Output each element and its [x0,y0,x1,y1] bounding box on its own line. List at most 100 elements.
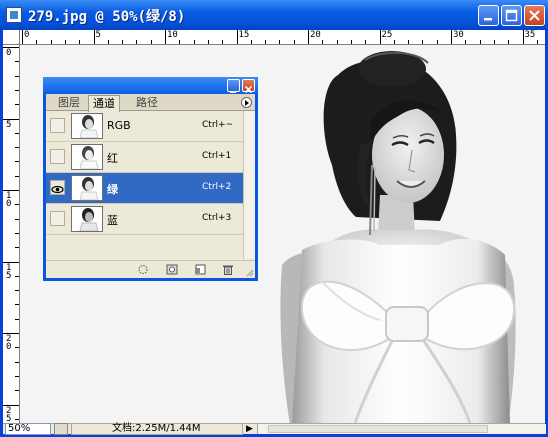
ruler-number: 2 0 [6,334,12,352]
horizontal-ruler[interactable]: 0 5 10 15 20 25 30 35 [20,30,545,45]
ruler-tick [536,40,538,44]
ruler-tick [15,304,19,306]
ruler-number: 5 [95,30,101,40]
ruler-tick [15,204,19,206]
ruler-tick [15,161,19,163]
channel-shortcut: Ctrl+3 [202,213,232,223]
channel-row-rgb[interactable]: RGB Ctrl+~ [46,111,243,142]
panel-scrollbar[interactable] [243,111,255,259]
load-selection-icon[interactable] [137,264,149,275]
channel-name: 蓝 [107,214,118,227]
ruler-tick [365,40,367,44]
tab-layers[interactable]: 图层 [54,95,84,111]
channel-row-blue[interactable]: 蓝 Ctrl+3 [46,204,243,235]
ruler-tick [15,375,19,377]
status-options-icon[interactable] [54,423,68,435]
ruler-number: 0 [24,30,30,40]
channel-thumbnail [71,113,103,139]
channel-shortcut: Ctrl+~ [202,120,234,130]
ruler-tick [22,30,23,44]
ruler-tick [222,40,224,44]
ruler-tick [322,40,324,44]
close-button[interactable] [524,5,545,26]
ruler-tick [15,347,19,349]
ruler-number: 30 [453,30,464,40]
ruler-tick [15,361,19,363]
panel-close-button[interactable] [242,79,255,94]
ruler-tick [107,40,109,44]
minimize-button[interactable] [478,5,499,26]
panel-menu-arrow-icon[interactable] [241,97,252,108]
ruler-number: 25 [381,30,393,40]
ruler-tick [15,218,19,220]
ruler-tick [479,40,481,44]
ruler-number: 5 [6,119,12,130]
ruler-tick [308,30,309,44]
visibility-toggle[interactable] [50,180,65,195]
ruler-number: 10 [167,30,178,40]
ruler-tick [15,290,19,292]
save-selection-icon[interactable] [166,264,178,275]
ruler-tick [393,40,395,44]
ruler-tick [279,40,281,44]
visibility-toggle[interactable] [50,149,65,164]
document-window: 279.jpg @ 50%(绿/8) 0 5 10 15 20 25 30 35 051 01… [0,0,548,437]
eye-icon [51,185,64,194]
channel-thumbnail [71,144,103,170]
ruler-tick [179,40,181,44]
tab-channels[interactable]: 通道 [88,95,120,112]
horizontal-scrollbar[interactable] [257,424,546,434]
panel-title-bar[interactable] [43,77,258,94]
ruler-tick [64,40,66,44]
panel-minimize-button[interactable] [227,79,240,93]
ruler-tick [379,30,381,44]
panel-body: 图层 通道 路径 RGB Ctrl+~ 红 Ctrl+1 绿 Ctrl+2 蓝 … [46,94,255,278]
panel-tabs: 图层 通道 路径 [46,94,255,112]
ruler-number: 1 0 [6,191,12,209]
ruler-tick [15,275,19,277]
trash-icon[interactable] [222,264,234,275]
status-bar: 50% 文档:2.25M/1.44M ▶ [3,423,546,435]
visibility-toggle[interactable] [50,118,65,133]
visibility-toggle[interactable] [50,211,65,226]
ruler-tick [451,30,452,44]
zoom-field[interactable]: 50% [5,423,51,435]
channel-row-green[interactable]: 绿 Ctrl+2 [46,173,243,204]
ruler-tick [15,104,19,106]
ruler-tick [36,40,38,44]
ruler-tick [465,40,467,44]
ruler-tick [236,30,238,44]
document-size-info: 文档:2.25M/1.44M [71,423,243,435]
status-menu-arrow-icon[interactable]: ▶ [246,424,253,434]
window-title: 279.jpg @ 50%(绿/8) [28,9,186,25]
ruler-tick [15,390,19,392]
channels-panel: 图层 通道 路径 RGB Ctrl+~ 红 Ctrl+1 绿 Ctrl+2 蓝 … [43,77,258,281]
ruler-tick [493,40,495,44]
ruler-tick [15,232,19,234]
horizontal-scrollbar-thumb[interactable] [268,425,488,433]
ruler-tick [15,89,19,91]
vertical-ruler[interactable]: 0 5 1 0 1 5 2 0 2 5 [3,45,20,423]
channel-thumbnail [71,206,103,232]
channel-shortcut: Ctrl+2 [202,182,232,192]
ruler-tick [136,40,138,44]
ruler-tick [522,30,524,44]
ruler-tick [122,40,124,44]
ruler-tick [15,132,19,134]
resize-grip-icon[interactable] [246,269,254,277]
ruler-tick [508,40,510,44]
channel-shortcut: Ctrl+1 [202,151,232,161]
ruler-tick [350,40,352,44]
ruler-number: 2 5 [6,405,12,423]
new-channel-icon[interactable] [194,264,206,275]
channel-row-red[interactable]: 红 Ctrl+1 [46,142,243,173]
ruler-corner[interactable] [3,30,20,45]
maximize-button[interactable] [501,5,522,26]
channel-name: RGB [107,119,131,132]
tab-paths[interactable]: 路径 [132,95,162,111]
channel-name: 绿 [107,183,118,196]
ruler-tick [50,40,52,44]
channel-list: RGB Ctrl+~ 红 Ctrl+1 绿 Ctrl+2 蓝 Ctrl+3 [46,111,243,259]
title-bar[interactable]: 279.jpg @ 50%(绿/8) [0,0,548,30]
ruler-number: 1 5 [6,262,12,281]
